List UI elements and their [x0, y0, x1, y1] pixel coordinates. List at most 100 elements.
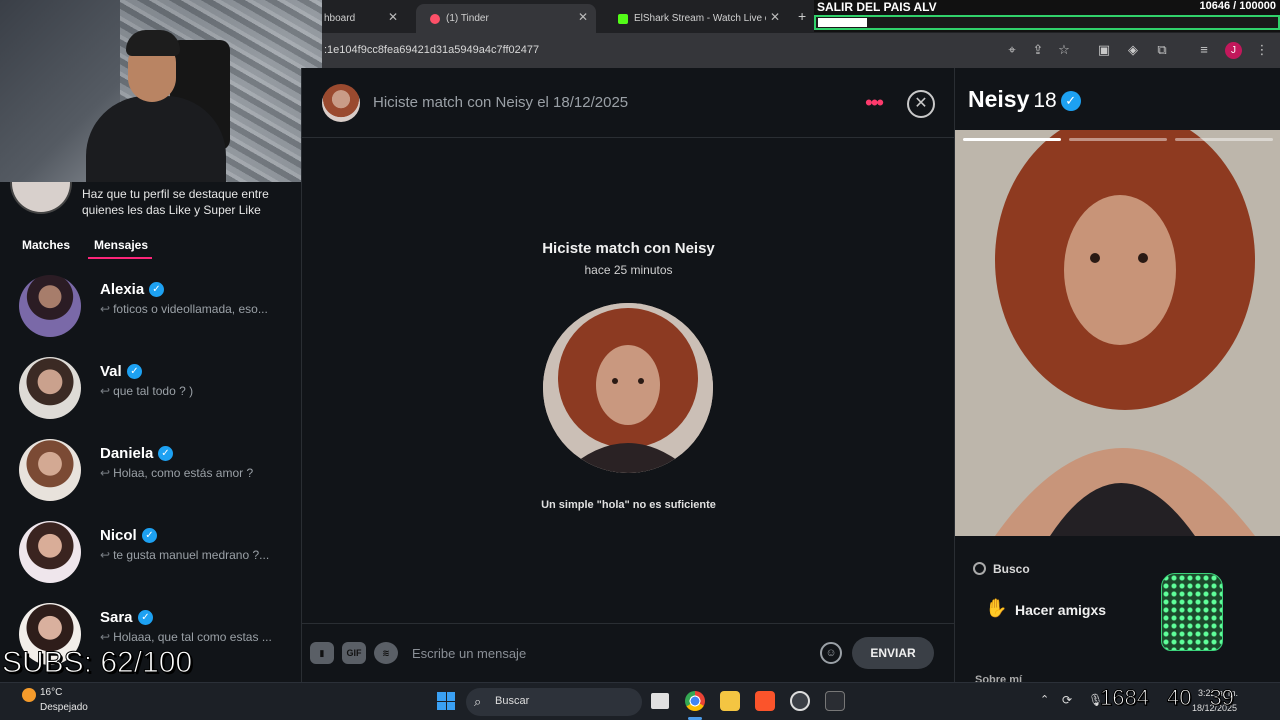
reply-icon: ↩	[100, 302, 111, 316]
sticker-button[interactable]: ▮	[310, 642, 334, 664]
more-options-icon[interactable]: •••	[865, 90, 884, 116]
taskbar-search[interactable]: ⌕ Buscar	[466, 688, 642, 716]
match-hint: Un simple "hola" no es suficiente	[541, 499, 716, 511]
goal-overlay: SALIR DEL PAIS ALV 10646 / 100000	[814, 0, 1280, 32]
menu-icon[interactable]: ⋮	[1254, 42, 1270, 58]
verified-icon: ✓	[1060, 91, 1081, 111]
timer-seconds: 39	[1209, 685, 1235, 711]
location-icon[interactable]: ⌖	[1004, 42, 1020, 58]
kick-icon	[618, 13, 628, 24]
app-icon[interactable]	[790, 691, 810, 711]
promo-avatar[interactable]	[10, 182, 72, 214]
share-icon[interactable]: ⇪	[1030, 42, 1046, 58]
avatar	[19, 521, 81, 583]
windows-start-button[interactable]	[437, 692, 455, 710]
tab-mensajes[interactable]: Mensajes	[94, 238, 148, 252]
goal-progress-fill	[818, 18, 867, 27]
chevron-up-icon[interactable]: ⌃	[1040, 693, 1049, 706]
chat-header: Hiciste match con Neisy el 18/12/2025 ••…	[302, 68, 955, 138]
tab-label: ElShark Stream - Watch Live on	[634, 13, 766, 24]
wave-icon: ✋	[985, 598, 1008, 618]
conversation-item[interactable]: Alexia ✓ ↩ foticos o videollamada, eso...	[0, 275, 300, 357]
tab-label: hboard	[324, 13, 356, 24]
reply-icon: ↩	[100, 466, 111, 480]
star-icon[interactable]: ☆	[1056, 42, 1072, 58]
tab-label: (1) Tinder	[446, 13, 489, 24]
photo-indicator	[1069, 138, 1167, 141]
terminal-icon[interactable]	[825, 691, 845, 711]
tab-kick[interactable]: ElShark Stream - Watch Live on ✕	[604, 4, 788, 33]
match-title-prefix: Hiciste match con	[542, 240, 675, 257]
streamer-hair	[126, 30, 180, 56]
emoji-icon[interactable]: ☺	[820, 642, 842, 664]
conversation-preview-text: que tal todo ? )	[113, 384, 194, 398]
gif-button[interactable]: GIF	[342, 642, 366, 664]
match-title: Hiciste match con Neisy	[302, 240, 955, 257]
conversation-item[interactable]: Nicol ✓ ↩ te gusta manuel medrano ?...	[0, 521, 300, 603]
conversation-preview-text: Holaa, como estás amor ?	[113, 466, 254, 480]
conversation-preview-text: te gusta manuel medrano ?...	[113, 548, 270, 562]
close-icon[interactable]: ✕	[907, 90, 935, 118]
conversation-name: Alexia	[100, 281, 145, 298]
verified-icon: ✓	[142, 528, 157, 543]
match-time: hace 25 minutos	[584, 263, 673, 277]
chrome-icon[interactable]	[685, 691, 705, 711]
conversation-name: Nicol	[100, 527, 137, 544]
weather-icon[interactable]	[22, 688, 36, 702]
close-icon[interactable]: ✕	[770, 10, 780, 24]
media-icon[interactable]: ≡	[1196, 42, 1212, 58]
stream-timer-overlay: 1684 40 39	[1100, 685, 1252, 711]
match-avatar[interactable]	[322, 84, 360, 122]
weather-desc[interactable]: Despejado	[40, 702, 88, 713]
send-button[interactable]: ENVIAR	[852, 637, 934, 669]
goal-progress-bar	[814, 15, 1280, 30]
tab-matches[interactable]: Matches	[22, 238, 70, 252]
puzzle-icon[interactable]: ⧉	[1154, 42, 1170, 58]
reply-icon: ↩	[100, 630, 111, 644]
avatar	[19, 357, 81, 419]
reply-icon: ↩	[100, 548, 111, 562]
conversation-item[interactable]: Daniela ✓ ↩ Holaa, como estás amor ?	[0, 439, 300, 521]
new-tab-button[interactable]: +	[798, 8, 806, 24]
taskbar: 16°C Despejado ⌕ Buscar ⌃ ⟳ 🎙 3:22 a. m.…	[0, 682, 1280, 720]
profile-photo[interactable]	[955, 130, 1280, 536]
promo-text[interactable]: Haz que tu perfil se destaque entre quie…	[82, 186, 282, 218]
tinder-icon	[430, 13, 440, 24]
close-icon[interactable]: ✕	[578, 10, 588, 24]
message-composer: ▮ GIF ≋ ☺ ENVIAR	[302, 623, 955, 682]
profile-panel: Neisy 18 ✓ Busco ✋ Hacer amigxs Sobre mí	[954, 68, 1280, 686]
subs-counter: SUBS: 62/100	[1, 646, 193, 680]
sync-icon[interactable]: ⟳	[1062, 693, 1072, 707]
search-icon: ⌕	[474, 694, 482, 709]
conversation-preview: ↩ te gusta manuel medrano ?...	[100, 548, 290, 562]
conversation-preview: ↩ foticos o videollamada, eso...	[100, 302, 290, 316]
weather-temp[interactable]: 16°C	[40, 687, 62, 698]
goal-title: SALIR DEL PAIS ALV	[817, 0, 937, 14]
screenshot-icon[interactable]: ▣	[1096, 42, 1112, 58]
jar-overlay-image	[1161, 573, 1223, 651]
tab-tinder[interactable]: (1) Tinder ✕	[416, 4, 596, 33]
task-view-icon[interactable]	[651, 693, 669, 709]
conversation-preview: ↩ Holaaa, que tal como estas ...	[100, 630, 290, 644]
close-icon[interactable]: ✕	[388, 10, 398, 24]
conversation-preview-text: foticos o videollamada, eso...	[113, 302, 268, 316]
left-tabs: Matches Mensajes	[0, 238, 300, 262]
message-input[interactable]	[412, 640, 812, 666]
spotify-button[interactable]: ≋	[374, 642, 398, 664]
profile-name: Neisy 18 ✓	[968, 86, 1081, 113]
match-photo[interactable]	[543, 303, 713, 473]
verified-icon: ✓	[158, 446, 173, 461]
chat-panel: Hiciste match con Neisy el 18/12/2025 ••…	[301, 68, 955, 682]
chat-header-text: Hiciste match con Neisy el 18/12/2025	[373, 94, 629, 111]
brave-icon[interactable]	[755, 691, 775, 711]
conversation-item[interactable]: Val ✓ ↩ que tal todo ? )	[0, 357, 300, 439]
file-explorer-icon[interactable]	[720, 691, 740, 711]
tab-dashboard[interactable]: hboard ✕	[322, 4, 406, 33]
profile-photo-image	[955, 130, 1280, 536]
profile-avatar[interactable]: J	[1225, 42, 1242, 59]
url-text[interactable]: :1e104f9cc8fea69421d31a5949a4c7ff02477	[324, 44, 539, 56]
avatar	[19, 275, 81, 337]
address-bar: :1e104f9cc8fea69421d31a5949a4c7ff02477 ⌖…	[322, 33, 1280, 68]
extension-icon[interactable]: ◈	[1125, 42, 1141, 58]
reply-icon: ↩	[100, 384, 111, 398]
